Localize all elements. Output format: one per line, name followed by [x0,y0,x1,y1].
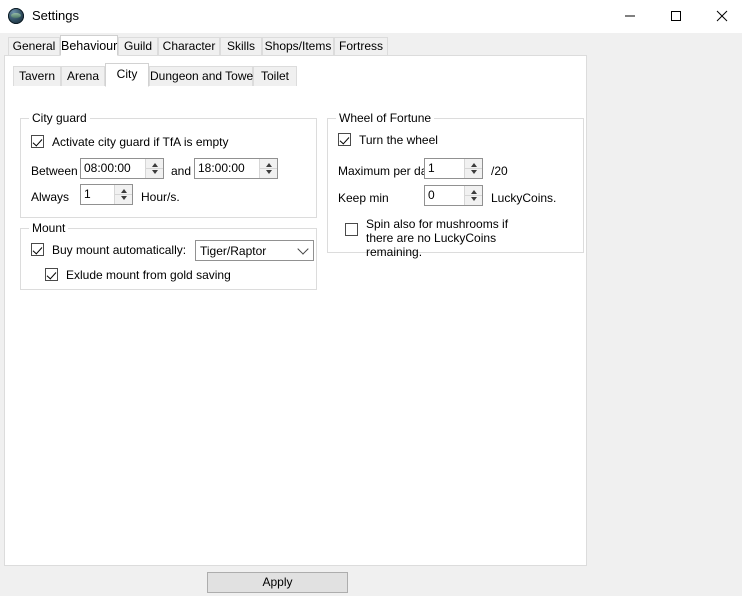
mount-group-title: Mount [29,221,69,235]
exclude-mount-checkbox[interactable] [45,268,58,281]
maximize-button[interactable] [653,0,699,31]
tab-city[interactable]: City [105,63,149,87]
guard-end-time-up-icon[interactable] [260,159,277,168]
city-guard-group: City guard Activate city guard if TfA is… [20,111,317,218]
guard-end-time-value[interactable]: 18:00:00 [195,159,259,178]
keep-min-label: Keep min [338,191,389,205]
guard-start-time-value[interactable]: 08:00:00 [81,159,145,178]
minimize-button[interactable] [607,0,653,31]
keep-min-down-icon[interactable] [465,195,482,205]
tab-tavern[interactable]: Tavern [13,66,61,87]
maximize-icon [671,10,681,21]
buy-mount-automatically-row[interactable]: Buy mount automatically: [31,243,186,257]
always-hours-down-icon[interactable] [115,194,132,204]
turn-the-wheel-checkbox[interactable] [338,133,351,146]
keep-min-up-icon[interactable] [465,186,482,195]
tab-general[interactable]: General [8,37,60,56]
always-label: Always [31,190,70,204]
primary-tab-bar: General Behaviour Guild Character Skills… [4,35,738,56]
keep-min-spinner[interactable]: 0 [424,185,483,206]
keep-min-value[interactable]: 0 [425,186,464,205]
wheel-of-fortune-group-title: Wheel of Fortune [336,111,435,125]
turn-the-wheel-label: Turn the wheel [359,133,438,147]
always-hours-value[interactable]: 1 [81,185,114,204]
tab-behaviour[interactable]: Behaviour [60,35,118,56]
turn-the-wheel-row[interactable]: Turn the wheel [338,133,438,147]
guard-end-time-buttons[interactable] [259,159,277,178]
activate-city-guard-checkbox[interactable] [31,135,44,148]
tab-skills[interactable]: Skills [220,37,262,56]
spin-for-mushrooms-row[interactable]: Spin also for mushrooms if there are no … [345,217,555,259]
keep-min-buttons[interactable] [464,186,482,205]
behaviour-panel: Tavern Arena City Dungeon and Tower Toil… [4,55,587,566]
exclude-mount-label: Exlude mount from gold saving [66,268,231,282]
city-tab-panel: City guard Activate city guard if TfA is… [11,86,584,560]
keep-min-suffix: LuckyCoins. [491,191,557,205]
maximum-per-day-buttons[interactable] [464,159,482,178]
guard-start-time-up-icon[interactable] [146,159,163,168]
always-hours-spinner[interactable]: 1 [80,184,133,205]
guard-end-time-spinner[interactable]: 18:00:00 [194,158,278,179]
tab-dungeon-and-tower[interactable]: Dungeon and Tower [149,66,257,87]
window-title: Settings [32,8,79,23]
close-button[interactable] [699,0,742,31]
tab-shops-items[interactable]: Shops/Items [262,37,334,56]
maximum-per-day-value[interactable]: 1 [425,159,464,178]
tab-arena[interactable]: Arena [61,66,105,87]
settings-window: Settings General Behaviour Guild Charact… [0,0,742,596]
buy-mount-automatically-checkbox[interactable] [31,243,44,256]
app-globe-icon [8,8,24,24]
maximum-per-day-suffix: /20 [491,164,508,178]
tab-guild[interactable]: Guild [118,37,158,56]
hours-label: Hour/s. [141,190,180,204]
close-icon [716,10,728,21]
always-hours-up-icon[interactable] [115,185,132,194]
exclude-mount-row[interactable]: Exlude mount from gold saving [45,268,231,282]
maximum-per-day-label: Maximum per day [338,164,434,178]
mount-type-combobox[interactable]: Tiger/Raptor [195,240,314,261]
title-bar: Settings [0,0,742,33]
city-guard-group-title: City guard [29,111,90,125]
apply-button[interactable]: Apply [207,572,348,593]
secondary-tab-bar: Tavern Arena City Dungeon and Tower Toil… [11,63,571,87]
spin-for-mushrooms-checkbox[interactable] [345,223,358,236]
chevron-down-icon[interactable] [293,241,313,260]
maximum-per-day-down-icon[interactable] [465,168,482,178]
guard-start-time-buttons[interactable] [145,159,163,178]
mount-type-value: Tiger/Raptor [200,243,267,258]
guard-start-time-down-icon[interactable] [146,168,163,178]
and-label: and [171,164,192,178]
spin-for-mushrooms-label: Spin also for mushrooms if there are no … [366,217,509,259]
guard-end-time-down-icon[interactable] [260,168,277,178]
wheel-of-fortune-group: Wheel of Fortune Turn the wheel Maximum … [327,111,584,259]
tab-fortress[interactable]: Fortress [334,37,388,56]
maximum-per-day-spinner[interactable]: 1 [424,158,483,179]
minimize-icon [625,15,635,16]
guard-start-time-spinner[interactable]: 08:00:00 [80,158,164,179]
mount-group: Mount Buy mount automatically: Tiger/Rap… [20,221,317,290]
always-hours-buttons[interactable] [114,185,132,204]
tab-character[interactable]: Character [158,37,220,56]
activate-city-guard-row[interactable]: Activate city guard if TfA is empty [31,135,229,149]
activate-city-guard-label: Activate city guard if TfA is empty [52,135,229,149]
between-label: Between [31,164,78,178]
buy-mount-automatically-label: Buy mount automatically: [52,243,187,257]
tab-toilet[interactable]: Toilet [253,66,297,87]
maximum-per-day-up-icon[interactable] [465,159,482,168]
